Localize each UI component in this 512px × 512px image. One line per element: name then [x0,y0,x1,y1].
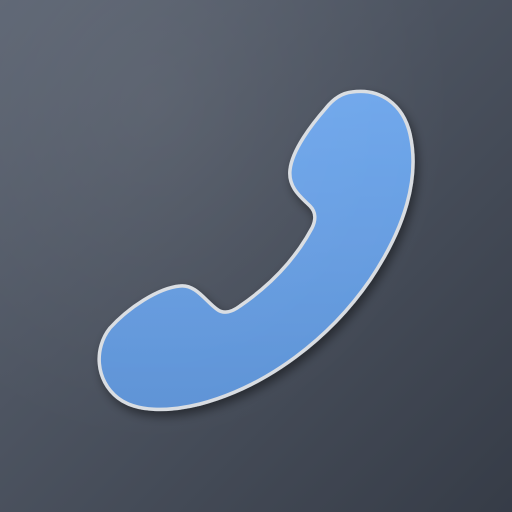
phone-handset-icon [0,0,512,512]
phone-handset-graphic [97,89,415,412]
phone-app-icon[interactable] [0,0,512,512]
handset-shape [97,89,415,412]
